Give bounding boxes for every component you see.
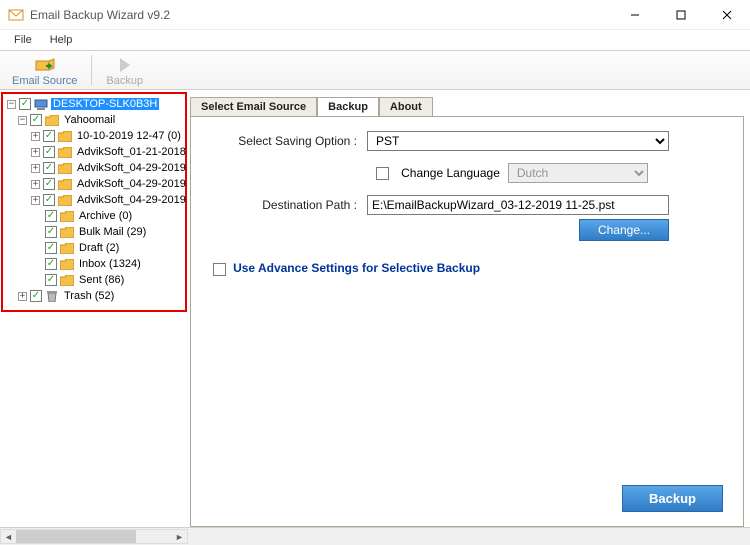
tab-select-email-source[interactable]: Select Email Source: [190, 97, 317, 116]
tree-folder[interactable]: ✓ Archive (0): [3, 208, 185, 224]
checkbox-icon[interactable]: ✓: [43, 146, 55, 158]
checkbox-icon[interactable]: ✓: [45, 258, 57, 270]
tree-folder[interactable]: +✓ AdvikSoft_04-29-2019 10: [3, 160, 185, 176]
folder-icon: [58, 163, 72, 174]
toolbar-backup: Backup: [100, 53, 149, 89]
folder-icon: [58, 147, 72, 158]
tree-folder[interactable]: ✓ Draft (2): [3, 240, 185, 256]
tab-backup[interactable]: Backup: [317, 97, 379, 117]
folder-icon: [60, 259, 74, 270]
advanced-settings-checkbox[interactable]: [213, 263, 226, 276]
tree-trash[interactable]: + ✓ Trash (52): [3, 288, 185, 304]
tree-folder[interactable]: +✓ AdvikSoft_04-29-2019 11: [3, 192, 185, 208]
tree-folder-label[interactable]: AdvikSoft_01-21-2018 10: [75, 146, 188, 158]
tree-folder-label[interactable]: Draft (2): [77, 242, 121, 254]
tree-folder-label[interactable]: Archive (0): [77, 210, 134, 222]
tree-folder[interactable]: ✓ Inbox (1324): [3, 256, 185, 272]
collapse-icon[interactable]: −: [7, 100, 16, 109]
backup-button[interactable]: Backup: [622, 485, 723, 512]
horizontal-scrollbar[interactable]: ◄ ►: [0, 529, 188, 544]
destination-path-label: Destination Path :: [207, 198, 367, 212]
close-button[interactable]: [704, 0, 750, 30]
checkbox-icon[interactable]: ✓: [45, 242, 57, 254]
toolbar-separator: [91, 55, 92, 85]
folder-icon: [60, 243, 74, 254]
destination-path-input[interactable]: [367, 195, 669, 215]
tree-folder[interactable]: +✓ 10-10-2019 12-47 (0): [3, 128, 185, 144]
expand-icon[interactable]: +: [31, 180, 40, 189]
tree-account[interactable]: − ✓ Yahoomail: [3, 112, 185, 128]
language-select: Dutch: [508, 163, 648, 183]
tree-folder-label[interactable]: AdvikSoft_04-29-2019 11: [75, 178, 188, 190]
tree-folder-label[interactable]: Sent (86): [77, 274, 126, 286]
tree-folder-label[interactable]: Inbox (1324): [77, 258, 143, 270]
scroll-thumb[interactable]: [16, 530, 136, 543]
maximize-button[interactable]: [658, 0, 704, 30]
expand-icon[interactable]: +: [31, 132, 40, 141]
change-button[interactable]: Change...: [579, 219, 669, 241]
toolbar-email-source[interactable]: Email Source: [6, 53, 83, 89]
trash-icon: [45, 291, 59, 302]
checkbox-icon[interactable]: ✓: [45, 274, 57, 286]
app-icon: [8, 7, 24, 23]
folder-tree[interactable]: − ✓ DESKTOP-SLK0B3H − ✓ Yahoomail +✓10-1…: [0, 90, 188, 527]
menu-help[interactable]: Help: [42, 32, 81, 48]
tree-folder-label[interactable]: AdvikSoft_04-29-2019 11: [75, 194, 188, 206]
backup-play-icon: [115, 55, 135, 75]
scroll-right-arrow[interactable]: ►: [172, 530, 187, 543]
checkbox-icon[interactable]: ✓: [43, 178, 55, 190]
toolbar-email-source-label: Email Source: [12, 75, 77, 87]
folder-icon: [58, 131, 72, 142]
checkbox-icon[interactable]: ✓: [45, 226, 57, 238]
checkbox-icon[interactable]: ✓: [30, 290, 42, 302]
checkbox-icon[interactable]: ✓: [43, 162, 55, 174]
tree-folder-label[interactable]: 10-10-2019 12-47 (0): [75, 130, 183, 142]
expand-icon[interactable]: +: [18, 292, 27, 301]
checkbox-icon[interactable]: ✓: [19, 98, 31, 110]
tree-folder-label[interactable]: AdvikSoft_04-29-2019 10: [75, 162, 188, 174]
change-language-checkbox[interactable]: [376, 167, 389, 180]
saving-option-label: Select Saving Option :: [207, 134, 367, 148]
folder-icon: [58, 195, 72, 206]
tree-folder[interactable]: ✓ Bulk Mail (29): [3, 224, 185, 240]
tree-folder[interactable]: +✓ AdvikSoft_04-29-2019 11: [3, 176, 185, 192]
tree-account-label[interactable]: Yahoomail: [62, 114, 117, 126]
minimize-button[interactable]: [612, 0, 658, 30]
scroll-left-arrow[interactable]: ◄: [1, 530, 16, 543]
tree-root-label[interactable]: DESKTOP-SLK0B3H: [51, 98, 159, 110]
expand-icon[interactable]: +: [31, 148, 40, 157]
folder-icon: [60, 227, 74, 238]
saving-option-select[interactable]: PST: [367, 131, 669, 151]
folder-icon: [45, 115, 59, 126]
tree-folder[interactable]: +✓ AdvikSoft_01-21-2018 10: [3, 144, 185, 160]
expand-icon[interactable]: +: [31, 164, 40, 173]
checkbox-icon[interactable]: ✓: [43, 130, 55, 142]
tree-trash-label[interactable]: Trash (52): [62, 290, 116, 302]
tree-folder-label[interactable]: Bulk Mail (29): [77, 226, 148, 238]
toolbar-backup-label: Backup: [106, 75, 143, 87]
checkbox-icon[interactable]: ✓: [45, 210, 57, 222]
checkbox-icon[interactable]: ✓: [30, 114, 42, 126]
advanced-settings-label[interactable]: Use Advance Settings for Selective Backu…: [233, 261, 480, 275]
window-title: Email Backup Wizard v9.2: [30, 8, 612, 22]
checkbox-icon[interactable]: ✓: [43, 194, 55, 206]
tree-root[interactable]: − ✓ DESKTOP-SLK0B3H: [3, 96, 185, 112]
collapse-icon[interactable]: −: [18, 116, 27, 125]
menu-file[interactable]: File: [6, 32, 40, 48]
tree-folder[interactable]: ✓ Sent (86): [3, 272, 185, 288]
tab-about[interactable]: About: [379, 97, 433, 116]
folder-icon: [60, 211, 74, 222]
computer-icon: [34, 99, 48, 110]
email-source-icon: [35, 55, 55, 75]
change-language-label: Change Language: [401, 166, 500, 180]
folder-icon: [58, 179, 72, 190]
folder-icon: [60, 275, 74, 286]
expand-icon[interactable]: +: [31, 196, 40, 205]
